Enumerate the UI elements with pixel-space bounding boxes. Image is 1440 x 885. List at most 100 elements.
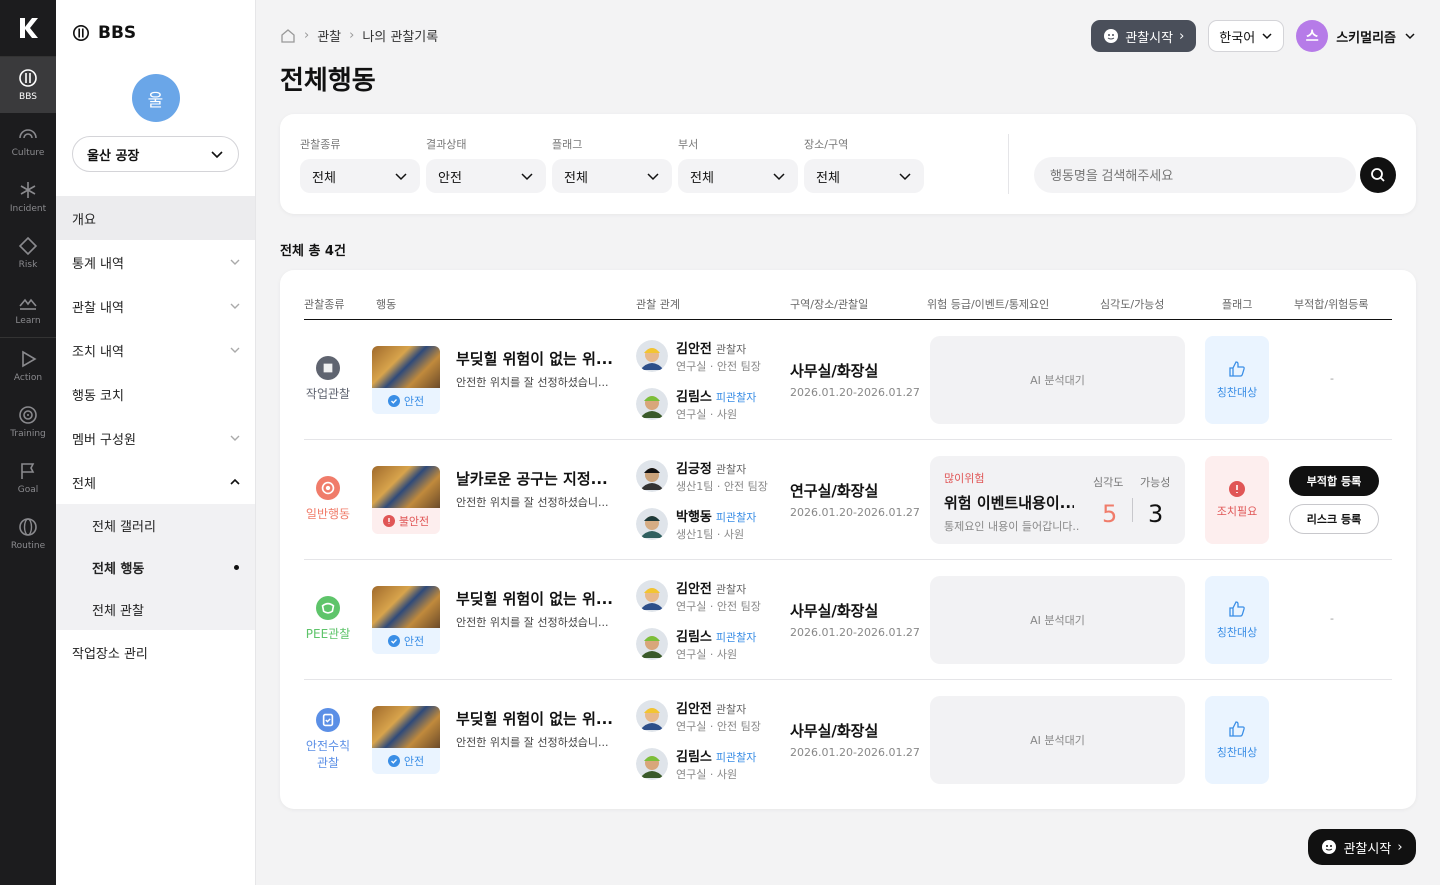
- behavior-title[interactable]: 날카로운 공구는 지정...: [456, 468, 616, 489]
- language-select[interactable]: 한국어: [1208, 20, 1285, 52]
- behavior-title[interactable]: 부딪힐 위험이 없는 위...: [456, 588, 616, 609]
- breadcrumb-item[interactable]: 관찰: [317, 26, 341, 45]
- behavior-thumbnail[interactable]: 안전: [372, 706, 440, 774]
- likelihood-value: 3: [1148, 500, 1164, 528]
- sidebar-item-6[interactable]: 전체: [56, 460, 255, 504]
- chevron-down-icon: [230, 303, 240, 309]
- observer: 김안전 관찰자 연구실 · 안전 팀장: [636, 338, 786, 373]
- flag-badge[interactable]: 칭찬대상: [1205, 576, 1269, 664]
- sidebar-item-1[interactable]: 통계 내역: [56, 240, 255, 284]
- column-header: 구역/장소/관찰일: [790, 298, 869, 311]
- sidebar-item-5[interactable]: 멤버 구성원: [56, 416, 255, 460]
- observation-dates: 2026.01.20-2026.01.27: [790, 386, 920, 399]
- training-icon: [19, 406, 37, 424]
- filter-label: 장소/구역: [804, 138, 849, 151]
- user-menu[interactable]: 스 스키멀리즘: [1296, 20, 1416, 52]
- behavior-thumbnail[interactable]: 불안전: [372, 466, 440, 534]
- app-logo-icon[interactable]: [0, 0, 56, 56]
- rail-item-bbs[interactable]: BBS: [0, 57, 56, 113]
- chevron-down-icon: [647, 173, 659, 181]
- behavior-thumbnail[interactable]: 안전: [372, 346, 440, 414]
- chevron-down-icon: [773, 173, 785, 181]
- avatar: [636, 700, 668, 732]
- rail-item-incident[interactable]: Incident: [0, 169, 56, 225]
- behavior-title[interactable]: 부딪힐 위험이 없는 위...: [456, 708, 616, 729]
- observer: 김긍정 관찰자 생산1팀 · 안전 팀장: [636, 458, 786, 493]
- sidebar-item-0[interactable]: 개요: [56, 196, 255, 240]
- home-icon[interactable]: [280, 28, 296, 44]
- rail-item-routine[interactable]: Routine: [0, 506, 56, 562]
- behavior-description: 안전한 위치를 잘 선정하셨습니...: [456, 616, 609, 629]
- column-header: 관찰종류: [304, 298, 345, 311]
- start-observation-button[interactable]: 관찰시작 ›: [1091, 20, 1197, 52]
- rail-item-action[interactable]: Action: [0, 338, 56, 394]
- bbs-icon: [19, 69, 37, 87]
- rail-item-learn[interactable]: Learn: [0, 281, 56, 337]
- filter-group: 장소/구역 전체: [804, 136, 924, 193]
- check-icon: [387, 755, 400, 767]
- rail-item-culture[interactable]: Culture: [0, 113, 56, 169]
- filter-select[interactable]: 안전: [426, 159, 546, 193]
- thumbnail-image: [372, 706, 440, 748]
- location: 사무실/화장실: [790, 722, 879, 740]
- thumbs-up-icon: [1229, 601, 1245, 617]
- floating-start-observation-button[interactable]: 관찰시작 ›: [1308, 829, 1416, 865]
- warning-icon: [382, 515, 395, 527]
- breadcrumb-item[interactable]: 나의 관찰기록: [362, 26, 438, 45]
- behavior-title[interactable]: 부딪힐 위험이 없는 위...: [456, 348, 616, 369]
- filter-label: 플래그: [552, 138, 583, 151]
- rail-item-goal[interactable]: Goal: [0, 450, 56, 506]
- search-button[interactable]: [1360, 157, 1396, 193]
- site-select[interactable]: 울산 공장: [72, 136, 239, 172]
- avatar: [636, 508, 668, 540]
- column-header: 행동: [376, 298, 397, 311]
- sidebar-subitem-2[interactable]: 전체 관찰: [56, 588, 255, 630]
- flag-badge[interactable]: 칭찬대상: [1205, 696, 1269, 784]
- filter-select[interactable]: 전체: [300, 159, 420, 193]
- search-input[interactable]: [1034, 157, 1356, 193]
- location: 사무실/화장실: [790, 602, 879, 620]
- filter-group: 부서 전체: [678, 136, 798, 193]
- avatar: [636, 748, 668, 780]
- status-badge: 안전: [372, 388, 440, 414]
- sidebar-subitem-0[interactable]: 전체 갤러리: [56, 504, 255, 546]
- category-icon: [316, 707, 340, 732]
- avatar: [636, 340, 668, 372]
- behavior-thumbnail[interactable]: 안전: [372, 586, 440, 654]
- table-row[interactable]: 작업관찰 안전 부딪힐 위험이 없는 위... 안전한 위치를 잘 선정하셨습니…: [304, 320, 1392, 440]
- bbs-brand-icon: [72, 24, 90, 42]
- register-risk-button[interactable]: 리스크 등록: [1289, 504, 1379, 534]
- sidebar-item-3[interactable]: 조치 내역: [56, 328, 255, 372]
- sidebar-item-2[interactable]: 관찰 내역: [56, 284, 255, 328]
- observee: 김림스 피관찰자 연구실 · 사원: [636, 746, 786, 781]
- rail-item-risk[interactable]: Risk: [0, 225, 56, 281]
- table-row[interactable]: 안전수칙 관찰 안전 부딪힐 위험이 없는 위... 안전한 위치를 잘 선정하…: [304, 680, 1392, 800]
- sidebar-subitem-1[interactable]: 전체 행동: [56, 546, 255, 588]
- flag-badge[interactable]: 칭찬대상: [1205, 336, 1269, 424]
- risk-icon: [18, 236, 38, 256]
- column-header: 부적합/위험등록: [1294, 298, 1369, 311]
- action-icon: [22, 350, 37, 368]
- flag-badge[interactable]: 조치필요: [1205, 456, 1269, 544]
- alert-icon: [1229, 481, 1245, 497]
- filter-label: 부서: [678, 138, 699, 151]
- avatar: [636, 388, 668, 420]
- risk-event: 위험 이벤트내용이...: [944, 494, 1074, 512]
- sidebar-item-4[interactable]: 행동 코치: [56, 372, 255, 416]
- filter-select[interactable]: 전체: [804, 159, 924, 193]
- filter-select[interactable]: 전체: [678, 159, 798, 193]
- breadcrumb-chevron-icon: ›: [304, 28, 310, 43]
- behavior-description: 안전한 위치를 잘 선정하셨습니...: [456, 736, 609, 749]
- table-row[interactable]: 일반행동 불안전 날카로운 공구는 지정... 안전한 위치를 잘 선정하셨습니…: [304, 440, 1392, 560]
- avatar: [636, 460, 668, 492]
- rail-item-training[interactable]: Training: [0, 394, 56, 450]
- status-badge: 안전: [372, 748, 440, 774]
- observer: 김안전 관찰자 연구실 · 안전 팀장: [636, 578, 786, 613]
- table-row[interactable]: PEE관찰 안전 부딪힐 위험이 없는 위... 안전한 위치를 잘 선정하셨습…: [304, 560, 1392, 680]
- avatar: 스: [1296, 20, 1329, 52]
- register-nonconformity-button[interactable]: 부적합 등록: [1289, 466, 1379, 496]
- sidebar-item-workplace[interactable]: 작업장소 관리: [56, 630, 255, 674]
- check-icon: [387, 395, 400, 407]
- chevron-right-icon: ›: [1397, 839, 1403, 855]
- filter-select[interactable]: 전체: [552, 159, 672, 193]
